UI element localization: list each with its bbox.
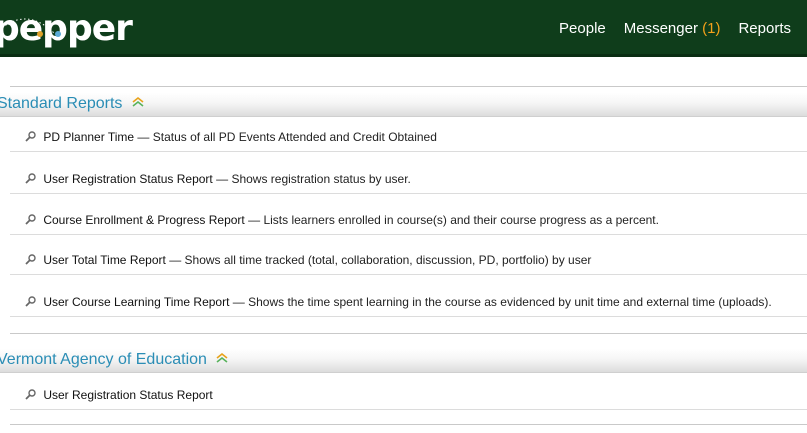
magnifier-icon <box>25 389 36 400</box>
report-name[interactable]: Course Enrollment & Progress Report <box>43 213 244 227</box>
logo-dots-icon <box>37 31 61 37</box>
report-row[interactable]: User Registration Status Report <box>10 382 807 410</box>
report-name[interactable]: User Total Time Report <box>43 253 166 267</box>
section-divider <box>10 333 807 334</box>
report-row[interactable]: User Total Time Report — Shows all time … <box>10 247 807 275</box>
nav-messenger-label: Messenger <box>623 20 698 37</box>
magnifier-icon <box>25 296 36 307</box>
report-row[interactable]: PD Planner Time — Status of all PD Event… <box>10 124 807 152</box>
report-separator: — <box>216 172 229 186</box>
report-separator: — <box>232 295 245 309</box>
nav-reports[interactable]: Reports <box>738 20 791 37</box>
report-name[interactable]: User Registration Status Report <box>43 388 212 402</box>
report-name[interactable]: User Registration Status Report <box>43 172 212 186</box>
report-description: Shows registration status by user. <box>231 172 411 186</box>
magnifier-icon <box>25 254 36 265</box>
report-separator: — <box>169 253 182 267</box>
double-chevron-up-icon[interactable] <box>131 96 145 108</box>
report-description: Lists learners enrolled in course(s) and… <box>263 213 659 227</box>
section-header-vermont-agency[interactable]: Vermont Agency of Education <box>0 349 807 373</box>
section-divider <box>10 424 807 425</box>
nav-messenger[interactable]: Messenger (1) <box>624 20 721 37</box>
section-divider <box>10 86 807 87</box>
magnifier-icon <box>25 214 36 225</box>
report-separator: — <box>137 130 150 144</box>
nav-people[interactable]: People <box>559 20 606 37</box>
report-name[interactable]: User Course Learning Time Report <box>43 295 229 309</box>
report-name[interactable]: PD Planner Time <box>43 130 134 144</box>
top-header: pepper People Messenger (1) Reports <box>0 0 807 57</box>
report-description: Status of all PD Events Attended and Cre… <box>152 130 437 144</box>
report-row[interactable]: User Course Learning Time Report — Shows… <box>10 289 807 317</box>
report-description: Shows all time tracked (total, collabora… <box>184 253 592 267</box>
main-nav: People Messenger (1) Reports <box>559 0 807 57</box>
magnifier-icon <box>25 173 36 184</box>
report-description: Shows the time spent learning in the cou… <box>248 295 772 309</box>
report-row[interactable]: User Registration Status Report — Shows … <box>10 166 807 194</box>
section-title: Vermont Agency of Education <box>0 351 207 368</box>
report-separator: — <box>248 213 261 227</box>
section-header-standard-reports[interactable]: Standard Reports <box>0 93 807 117</box>
magnifier-icon <box>25 131 36 142</box>
section-title: Standard Reports <box>0 95 123 112</box>
double-chevron-up-icon[interactable] <box>215 352 229 364</box>
messenger-count-badge: (1) <box>702 20 721 37</box>
report-row[interactable]: Course Enrollment & Progress Report — Li… <box>10 207 807 235</box>
